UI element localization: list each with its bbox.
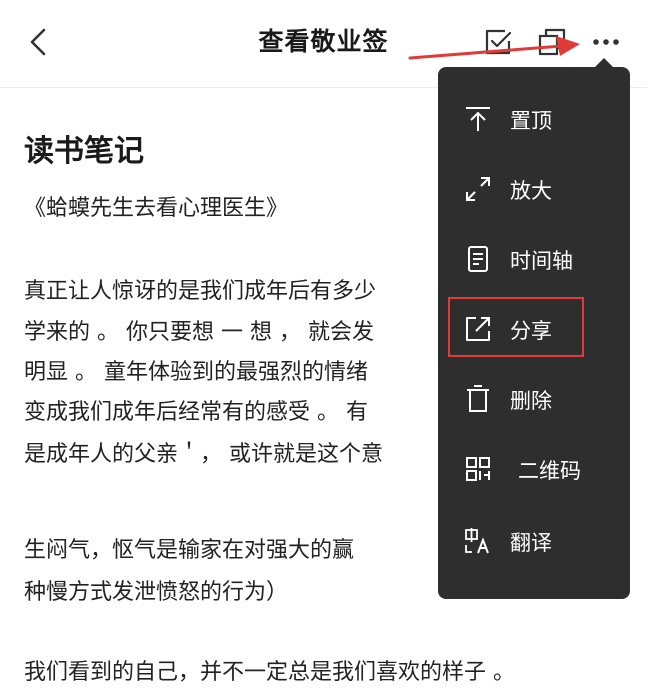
menu-item-label: 二维码: [518, 459, 581, 483]
note-line: 我们看到的自己，并不一定总是我们喜欢的样子 。: [24, 660, 515, 685]
back-arrow-icon: [30, 28, 46, 56]
trash-icon: [467, 385, 489, 412]
menu-item-label: 翻译: [510, 531, 552, 555]
menu-item-qr-code[interactable]: 二维码: [438, 435, 630, 505]
note-title: 读书笔记: [24, 134, 144, 169]
note-line: 种慢方式发泄愤怒的行为）: [24, 580, 289, 605]
app-screen: 查看敬业签 读书笔记 《蛤蟆先生去看心理医生》 真正让人惊讶的是我们成年后有多少…: [0, 0, 647, 693]
pin-top-icon: [466, 107, 490, 131]
more-options-menu: 置顶 放大 时间轴 分享 删除 二维码 翻译: [438, 67, 630, 599]
back-button[interactable]: [18, 22, 58, 62]
note-line: 生闷气，怄气是输家在对强大的赢: [24, 538, 355, 563]
menu-item-delete[interactable]: 删除: [438, 365, 630, 435]
copy-icon: [538, 28, 566, 56]
expand-icon: [466, 177, 490, 201]
translate-icon: [465, 528, 489, 554]
note-line: 《蛤蟆先生去看心理医生》: [24, 196, 289, 221]
menu-item-share[interactable]: 分享: [438, 295, 630, 365]
menu-item-label: 分享: [510, 319, 552, 343]
menu-item-expand[interactable]: 放大: [438, 155, 630, 225]
note-line: 变成我们成年后经常有的感受 。 有: [24, 400, 368, 425]
share-icon: [466, 317, 490, 341]
menu-item-label: 删除: [510, 389, 552, 413]
document-icon: [468, 246, 488, 272]
qr-code-icon: [466, 457, 490, 481]
menu-item-label: 放大: [510, 179, 552, 203]
checkbox-icon: [485, 29, 512, 55]
menu-item-translate[interactable]: 翻译: [438, 507, 630, 577]
menu-item-label: 置顶: [510, 109, 552, 133]
note-line: 明显 。 童年体验到的最强烈的情绪: [24, 360, 368, 385]
more-dots-icon: [593, 39, 619, 45]
more-options-button[interactable]: [586, 22, 626, 62]
note-line: 是成年人的父亲＇， 或许就是这个意: [24, 442, 383, 467]
menu-item-pin-top[interactable]: 置顶: [438, 85, 630, 155]
checklist-button[interactable]: [478, 22, 518, 62]
menu-item-label: 时间轴: [510, 249, 573, 273]
note-line: 真正让人惊讶的是我们成年后有多少: [24, 279, 377, 304]
note-line: 学来的 。 你只要想 一 想 ， 就会发: [24, 320, 374, 345]
menu-item-timeline[interactable]: 时间轴: [438, 225, 630, 295]
copy-button[interactable]: [532, 22, 572, 62]
